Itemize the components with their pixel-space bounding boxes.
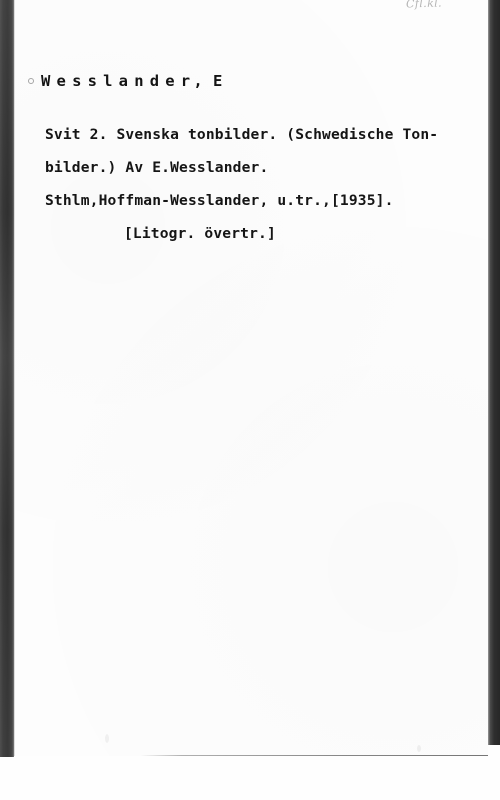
catalog-heading: Wesslander , E [28,72,223,90]
card-left-edge [14,0,15,756]
card-line-note: [Litogr. övertr.] [124,225,276,242]
scan-edge-shadow-left [0,0,14,757]
catalog-card: Wesslander , E Svit 2. Svenska tonbilder… [13,0,500,756]
card-bottom-edge [140,755,488,756]
card-line-title: Svit 2. Svenska tonbilder. (Schwedische … [45,126,439,143]
scan-artifact-speck [417,745,421,752]
top-handwritten-annotation: Cfl.kl. [405,0,443,11]
heading-bullet-icon [28,78,34,84]
scan-edge-shadow-right [488,0,500,745]
heading-surname: Wesslander [41,72,197,90]
heading-initial-letter: E [213,72,223,90]
heading-separator: , [193,72,204,90]
heading-forename-initial: , E [193,72,223,90]
scanned-catalog-card-page: Wesslander , E Svit 2. Svenska tonbilder… [0,0,500,800]
card-line-title-continued: bilder.) Av E.Wesslander. [45,159,269,176]
card-line-imprint: Sthlm,Hoffman-Wesslander, u.tr.,[1935]. [45,192,394,209]
scan-artifact-speck [105,734,109,743]
